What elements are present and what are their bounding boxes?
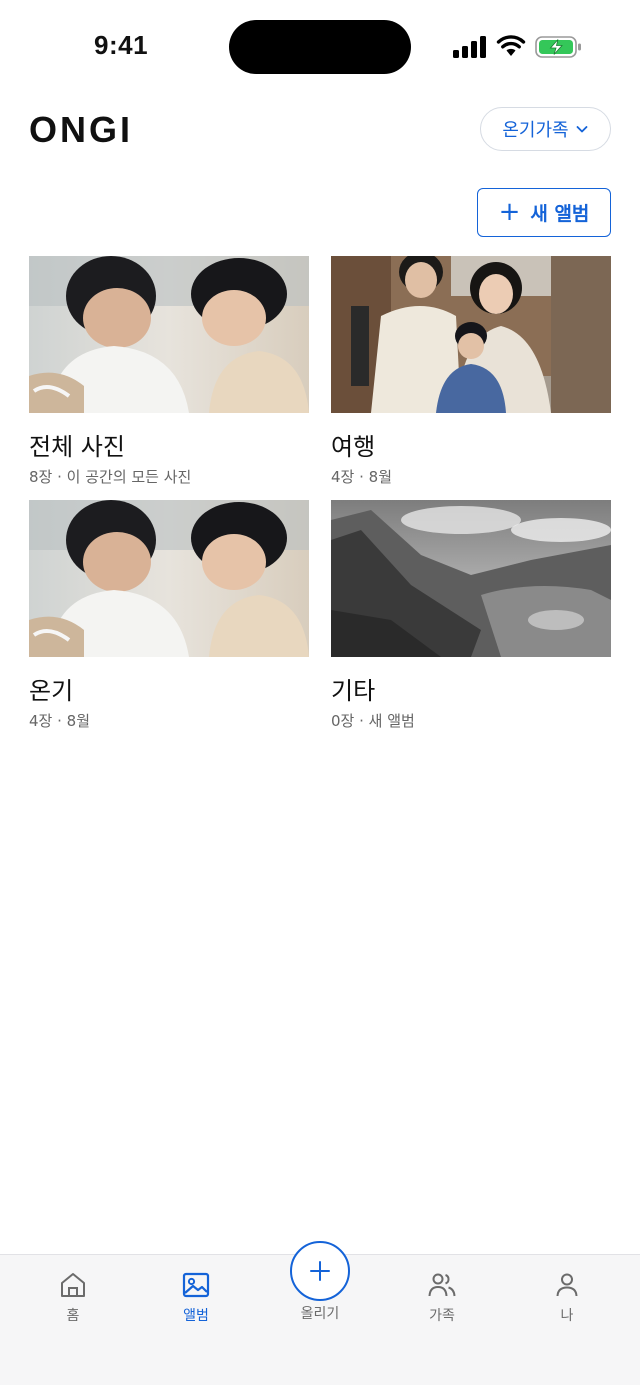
- family-space-select[interactable]: 온기가족: [480, 107, 611, 151]
- album-thumbnail: [29, 500, 309, 657]
- tab-label: 가족: [429, 1308, 455, 1324]
- tab-label: 앨범: [183, 1308, 209, 1324]
- album-meta: 4장 · 8월: [29, 712, 90, 730]
- plus-icon: +: [498, 196, 521, 227]
- album-title: 기타: [331, 677, 376, 705]
- chevron-down-icon: [576, 126, 588, 133]
- family-select-label: 온기가족: [502, 120, 569, 141]
- album-title: 여행: [331, 433, 376, 461]
- users-icon: [428, 1273, 456, 1297]
- bottom-tab-bar: 홈 앨범 올리기 가족 나: [0, 1241, 640, 1385]
- tab-family[interactable]: 가족: [402, 1269, 482, 1325]
- new-album-button[interactable]: + 새 앨범: [477, 188, 611, 237]
- status-time: 9:41: [94, 30, 149, 60]
- album-thumbnail: [331, 256, 611, 413]
- album-title: 온기: [29, 677, 74, 705]
- status-bar: 9:41: [0, 0, 640, 95]
- album-card-all-photos[interactable]: 전체 사진 8장 · 이 공간의 모든 사진: [29, 256, 309, 487]
- svg-text:ONGI: ONGI: [29, 110, 133, 150]
- tab-me[interactable]: 나: [527, 1269, 607, 1325]
- tab-label: 나: [560, 1308, 574, 1324]
- tab-home[interactable]: 홈: [33, 1269, 113, 1325]
- album-meta: 0장 · 새 앨범: [331, 712, 415, 730]
- image-icon: [182, 1272, 210, 1298]
- upload-button[interactable]: [290, 1241, 350, 1301]
- new-album-label: 새 앨범: [530, 203, 590, 225]
- tab-label: 홈: [66, 1308, 80, 1324]
- wifi-icon: [496, 35, 526, 56]
- plus-icon: [310, 1261, 330, 1281]
- home-icon: [61, 1273, 85, 1297]
- album-card-travel[interactable]: 여행 4장 · 8월: [331, 256, 611, 487]
- dynamic-island: [229, 20, 411, 74]
- album-meta: 4장 · 8월: [331, 468, 392, 486]
- album-thumbnail: [331, 500, 611, 657]
- album-thumbnail: [29, 256, 309, 413]
- battery-charging-icon: [535, 36, 581, 58]
- upload-label: 올리기: [300, 1306, 340, 1322]
- ongi-logo: ONGI: [29, 110, 133, 150]
- album-card-other[interactable]: 기타 0장 · 새 앨범: [331, 500, 611, 731]
- tab-album[interactable]: 앨범: [156, 1269, 236, 1325]
- cellular-signal-icon: [453, 36, 486, 58]
- album-title: 전체 사진: [29, 433, 125, 461]
- album-meta: 8장 · 이 공간의 모든 사진: [29, 468, 192, 486]
- user-icon: [556, 1273, 578, 1297]
- album-card-ongi[interactable]: 온기 4장 · 8월: [29, 500, 309, 731]
